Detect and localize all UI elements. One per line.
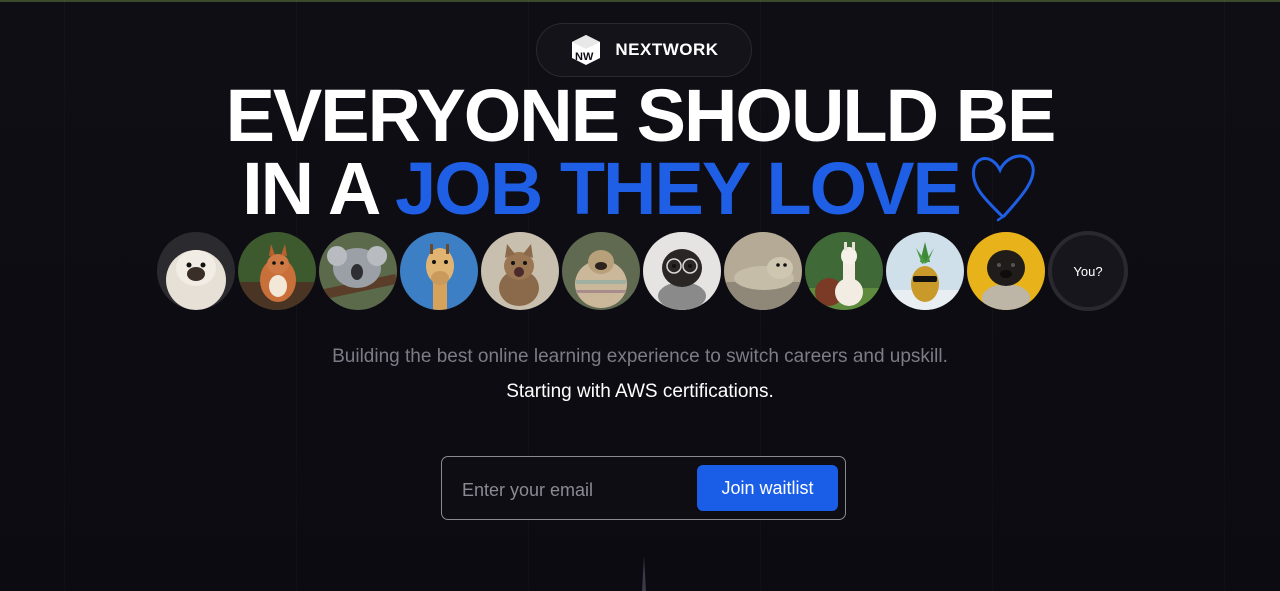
you-avatar-placeholder: You? <box>1048 231 1128 311</box>
hero-subtitle-aws: Starting with AWS certifications. <box>506 381 774 402</box>
koala-avatar <box>319 232 397 310</box>
seal-avatar <box>724 232 802 310</box>
landing-page: NW NEXTWORK EVERYONE SHOULD BE IN A JOB … <box>0 0 1280 591</box>
pug-yellow-avatar <box>967 232 1045 310</box>
squirrel-avatar <box>238 232 316 310</box>
headline-line-2: IN A JOB THEY LOVE <box>0 148 1280 226</box>
headline-line-1: EVERYONE SHOULD BE <box>225 74 1057 157</box>
brand-logo-link[interactable]: NW NEXTWORK <box>536 23 752 77</box>
waitlist-form: Join waitlist <box>441 456 846 520</box>
svg-text:NW: NW <box>575 51 594 63</box>
cat-avatar <box>481 232 559 310</box>
pug-glasses-avatar <box>643 232 721 310</box>
fluffy-dog-avatar <box>157 232 235 310</box>
email-input[interactable] <box>460 469 694 511</box>
nextwork-logo-icon: NW <box>572 35 601 65</box>
pineapple-avatar <box>886 232 964 310</box>
pug-blanket-avatar <box>562 232 640 310</box>
hero-subtitle: Building the best online learning experi… <box>332 346 948 367</box>
top-border <box>0 0 1280 2</box>
hero-headline: EVERYONE SHOULD BE IN A JOB THEY LOVE <box>0 74 1280 226</box>
avatar-row: You? <box>157 231 1128 312</box>
decorative-spike-icon <box>642 556 646 591</box>
giraffe-avatar <box>400 232 478 310</box>
alpaca-avatar <box>805 232 883 310</box>
join-waitlist-button[interactable]: Join waitlist <box>697 465 838 511</box>
heart-icon <box>971 154 1035 222</box>
headline-line-2-prefix: IN A <box>242 147 396 230</box>
brand-name: NEXTWORK <box>615 40 719 59</box>
headline-accent: JOB THEY LOVE <box>395 147 962 230</box>
